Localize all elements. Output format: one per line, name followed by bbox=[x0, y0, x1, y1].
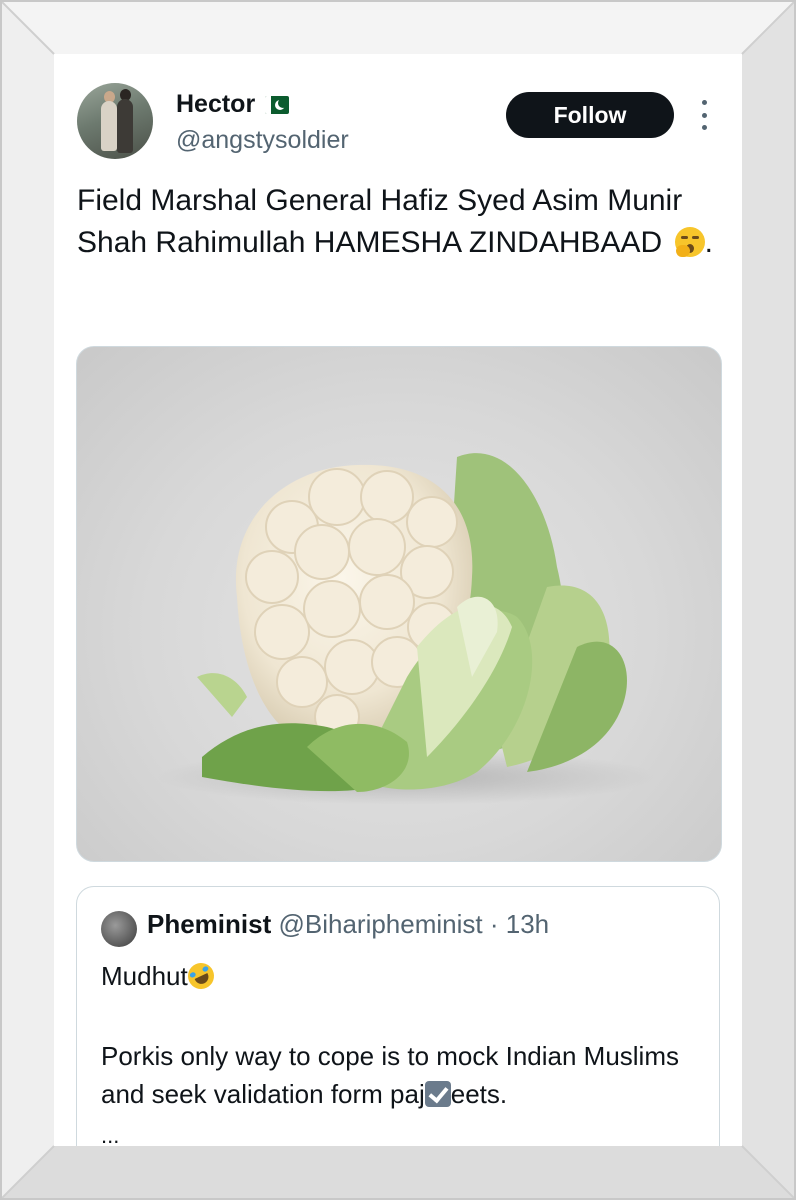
quoted-body-before: Porkis only way to cope is to mock India… bbox=[101, 1041, 679, 1109]
tweet-suffix: . bbox=[704, 226, 713, 259]
quoted-body: Porkis only way to cope is to mock India… bbox=[101, 1037, 711, 1113]
quoted-header: Pheminist @Biharipheminist · 13h bbox=[147, 909, 549, 940]
author-name[interactable]: Hector bbox=[176, 90, 255, 119]
quoted-handle-time: @Biharipheminist · 13h bbox=[278, 909, 550, 939]
quoted-first-line: Mudhut bbox=[101, 958, 219, 994]
tweet-card: Hector @angstysoldier Follow Field Marsh… bbox=[54, 54, 742, 1146]
tweet-image[interactable] bbox=[76, 346, 722, 862]
quoted-body-after: eets. bbox=[450, 1079, 508, 1109]
cauliflower-image bbox=[157, 453, 657, 805]
pakistan-flag-icon bbox=[265, 95, 290, 114]
author-avatar[interactable] bbox=[77, 83, 153, 159]
quoted-more-ellipsis: ... bbox=[101, 1123, 120, 1146]
check-mark-icon bbox=[424, 1081, 451, 1107]
quoted-author-avatar[interactable] bbox=[101, 911, 137, 947]
tweet-body: Field Marshal General Hafiz Syed Asim Mu… bbox=[77, 184, 683, 259]
author-name-row: Hector bbox=[176, 90, 290, 119]
quoted-author-name[interactable]: Pheminist bbox=[147, 909, 271, 939]
rolling-on-floor-laughing-icon bbox=[183, 958, 219, 994]
more-options-icon[interactable] bbox=[697, 100, 711, 130]
author-handle[interactable]: @angstysoldier bbox=[176, 126, 349, 155]
follow-button[interactable]: Follow bbox=[506, 92, 674, 138]
quoted-tweet[interactable]: Pheminist @Biharipheminist · 13h Mudhut … bbox=[76, 886, 720, 1146]
quoted-line1-text: Mudhut bbox=[101, 961, 188, 991]
tweet-text: Field Marshal General Hafiz Syed Asim Mu… bbox=[77, 180, 717, 264]
yawning-face-icon bbox=[674, 227, 705, 257]
